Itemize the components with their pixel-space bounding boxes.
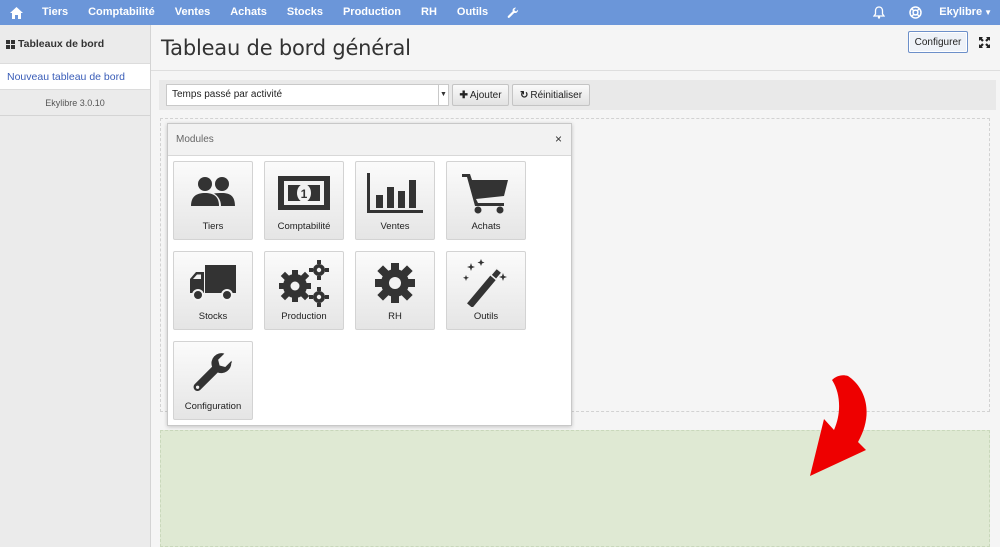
sidebar-heading: Tableaux de bord	[0, 25, 150, 63]
title-divider	[151, 70, 1000, 71]
sidebar: Tableaux de bord Nouveau tableau de bord…	[0, 25, 151, 547]
fullscreen-icon[interactable]	[973, 31, 995, 53]
nav-item-achats[interactable]: Achats	[220, 0, 277, 25]
bell-icon[interactable]	[861, 0, 897, 25]
select-value: Temps passé par activité	[172, 89, 283, 100]
module-tile-tiers[interactable]: Tiers	[173, 161, 253, 240]
nav-item-outils[interactable]: Outils	[447, 0, 498, 25]
reset-button-label: Réinitialiser	[530, 89, 583, 101]
nav-item-comptabilite[interactable]: Comptabilité	[78, 0, 165, 25]
bar-chart-icon	[356, 170, 434, 216]
help-icon[interactable]	[897, 0, 933, 25]
tile-label: Outils	[473, 311, 499, 322]
svg-text:1: 1	[301, 187, 308, 201]
modules-header: Modules	[168, 124, 571, 156]
tile-label: Achats	[471, 221, 501, 232]
users-icon	[174, 170, 252, 216]
nav-item-production[interactable]: Production	[333, 0, 411, 25]
add-button[interactable]: ✚ Ajouter	[452, 84, 509, 106]
module-tile-achats[interactable]: Achats	[446, 161, 526, 240]
tile-label: Comptabilité	[277, 221, 331, 232]
sidebar-item-new-dashboard[interactable]: Nouveau tableau de bord	[0, 63, 150, 90]
configure-button[interactable]: Configurer	[908, 31, 968, 53]
main-content: Tableau de bord général Configurer Temps…	[151, 25, 1000, 547]
add-button-label: Ajouter	[469, 89, 502, 101]
module-tile-outils[interactable]: Outils	[446, 251, 526, 330]
caret-down-icon: ▼	[984, 8, 992, 17]
cart-icon	[447, 170, 525, 216]
user-menu[interactable]: Ekylibre ▼	[933, 0, 1000, 25]
gears-icon	[265, 260, 343, 307]
module-tile-ventes[interactable]: Ventes	[355, 161, 435, 240]
nav-item-ventes[interactable]: Ventes	[165, 0, 220, 25]
version-label: Ekylibre 3.0.10	[0, 90, 150, 116]
module-tile-configuration[interactable]: Configuration	[173, 341, 253, 420]
close-icon[interactable]: ×	[555, 133, 562, 145]
sidebar-heading-label: Tableaux de bord	[18, 38, 105, 50]
tile-label: Production	[281, 311, 327, 322]
wrench-icon[interactable]	[498, 0, 528, 25]
modules-title: Modules	[176, 134, 214, 145]
page-title: Tableau de bord général	[161, 36, 411, 60]
tile-label: Tiers	[202, 221, 224, 232]
nav-item-rh[interactable]: RH	[411, 0, 447, 25]
plus-icon: ✚	[459, 89, 468, 101]
modules-panel: Modules × Tiers 1 Comptabilité Ventes Ac…	[167, 123, 572, 426]
nav-item-stocks[interactable]: Stocks	[277, 0, 333, 25]
gear-icon	[356, 260, 434, 306]
tile-label: Stocks	[198, 311, 228, 322]
module-tile-rh[interactable]: RH	[355, 251, 435, 330]
banknote-icon: 1	[265, 170, 343, 216]
top-navbar: Tiers Comptabilité Ventes Achats Stocks …	[0, 0, 1000, 25]
reset-button[interactable]: ↻ Réinitialiser	[512, 84, 590, 106]
home-icon[interactable]	[0, 0, 32, 25]
tile-label: Ventes	[380, 221, 410, 232]
module-tile-comptabilite[interactable]: 1 Comptabilité	[264, 161, 344, 240]
user-name: Ekylibre	[939, 6, 983, 18]
dashboard-icon	[6, 39, 15, 49]
nav-item-tiers[interactable]: Tiers	[32, 0, 78, 25]
tile-label: Configuration	[184, 401, 242, 412]
magic-wand-icon	[447, 259, 525, 307]
wrench-icon	[174, 350, 252, 396]
module-tile-stocks[interactable]: Stocks	[173, 251, 253, 330]
truck-icon	[174, 260, 252, 306]
tile-label: RH	[388, 311, 402, 322]
red-arrow-icon	[810, 375, 867, 476]
cell-type-select[interactable]: Temps passé par activité ▼	[166, 84, 449, 106]
chevron-down-icon: ▼	[438, 85, 448, 105]
dashboard-toolbar: Temps passé par activité ▼ ✚ Ajouter ↻ Réi…	[159, 80, 996, 110]
reset-icon: ↻	[519, 89, 529, 101]
module-tile-production[interactable]: Production	[264, 251, 344, 330]
